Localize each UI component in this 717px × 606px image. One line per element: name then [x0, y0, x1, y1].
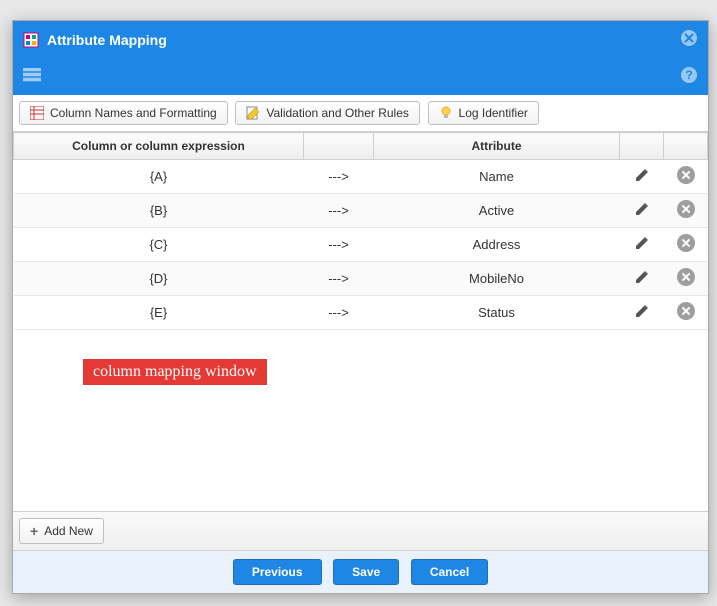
mapping-grid: Column or column expression Attribute {A…	[13, 132, 708, 511]
tab-validation-label: Validation and Other Rules	[266, 106, 409, 120]
tab-log-identifier[interactable]: Log Identifier	[428, 101, 539, 125]
annotation-label: column mapping window	[83, 359, 267, 385]
tab-validation[interactable]: Validation and Other Rules	[235, 101, 420, 125]
grid-icon[interactable]	[23, 68, 41, 85]
cell-arrow: --->	[304, 160, 374, 194]
cell-edit	[620, 160, 664, 194]
header-edit	[620, 133, 664, 160]
plus-icon: +	[30, 523, 38, 539]
cancel-button[interactable]: Cancel	[411, 559, 488, 585]
cell-delete	[664, 262, 708, 296]
cell-delete	[664, 160, 708, 194]
pencil-icon[interactable]	[634, 269, 650, 288]
cell-attribute: Name	[374, 160, 620, 194]
pencil-icon[interactable]	[634, 303, 650, 322]
cell-expression: {E}	[14, 296, 304, 330]
cell-edit	[620, 194, 664, 228]
header-delete	[664, 133, 708, 160]
table-row[interactable]: {D}--->MobileNo	[14, 262, 708, 296]
close-icon[interactable]	[677, 200, 695, 218]
header-attribute[interactable]: Attribute	[374, 133, 620, 160]
header-arrow	[304, 133, 374, 160]
cell-arrow: --->	[304, 296, 374, 330]
close-icon[interactable]	[680, 29, 698, 50]
tab-column-names[interactable]: Column Names and Formatting	[19, 101, 228, 125]
titlebar: Attribute Mapping	[13, 21, 708, 58]
tab-column-names-label: Column Names and Formatting	[50, 106, 217, 120]
cell-attribute: Status	[374, 296, 620, 330]
dialog-title: Attribute Mapping	[47, 32, 167, 48]
header-expression[interactable]: Column or column expression	[14, 133, 304, 160]
tab-log-label: Log Identifier	[459, 106, 528, 120]
close-icon[interactable]	[677, 234, 695, 252]
table-row[interactable]: {C}--->Address	[14, 228, 708, 262]
tabs-bar: Column Names and Formatting Validation a…	[13, 95, 708, 132]
pencil-icon[interactable]	[634, 235, 650, 254]
cell-attribute: Address	[374, 228, 620, 262]
cell-arrow: --->	[304, 262, 374, 296]
help-icon[interactable]: ?	[680, 66, 698, 87]
cell-attribute: MobileNo	[374, 262, 620, 296]
cell-expression: {B}	[14, 194, 304, 228]
cell-edit	[620, 262, 664, 296]
toolbar: ?	[13, 58, 708, 95]
attribute-mapping-dialog: Attribute Mapping ? Column Names and For…	[12, 20, 709, 594]
cell-arrow: --->	[304, 194, 374, 228]
cell-expression: {D}	[14, 262, 304, 296]
app-icon	[23, 32, 39, 48]
cell-delete	[664, 228, 708, 262]
cell-attribute: Active	[374, 194, 620, 228]
cell-delete	[664, 296, 708, 330]
previous-button[interactable]: Previous	[233, 559, 322, 585]
pencil-icon[interactable]	[634, 201, 650, 220]
save-button[interactable]: Save	[333, 559, 399, 585]
add-new-button[interactable]: + Add New	[19, 518, 104, 544]
cell-expression: {A}	[14, 160, 304, 194]
table-row[interactable]: {E}--->Status	[14, 296, 708, 330]
mapping-table: Column or column expression Attribute {A…	[13, 132, 708, 330]
cell-arrow: --->	[304, 228, 374, 262]
footer-actions: Previous Save Cancel	[13, 551, 708, 593]
add-new-label: Add New	[44, 524, 93, 538]
footer: + Add New Previous Save Cancel	[13, 511, 708, 593]
cell-edit	[620, 296, 664, 330]
cell-edit	[620, 228, 664, 262]
close-icon[interactable]	[677, 268, 695, 286]
svg-text:?: ?	[685, 68, 692, 82]
table-row[interactable]: {B}--->Active	[14, 194, 708, 228]
pencil-icon[interactable]	[634, 167, 650, 186]
close-icon[interactable]	[677, 166, 695, 184]
cell-delete	[664, 194, 708, 228]
table-row[interactable]: {A}--->Name	[14, 160, 708, 194]
close-icon[interactable]	[677, 302, 695, 320]
footer-add-row: + Add New	[13, 512, 708, 551]
cell-expression: {C}	[14, 228, 304, 262]
